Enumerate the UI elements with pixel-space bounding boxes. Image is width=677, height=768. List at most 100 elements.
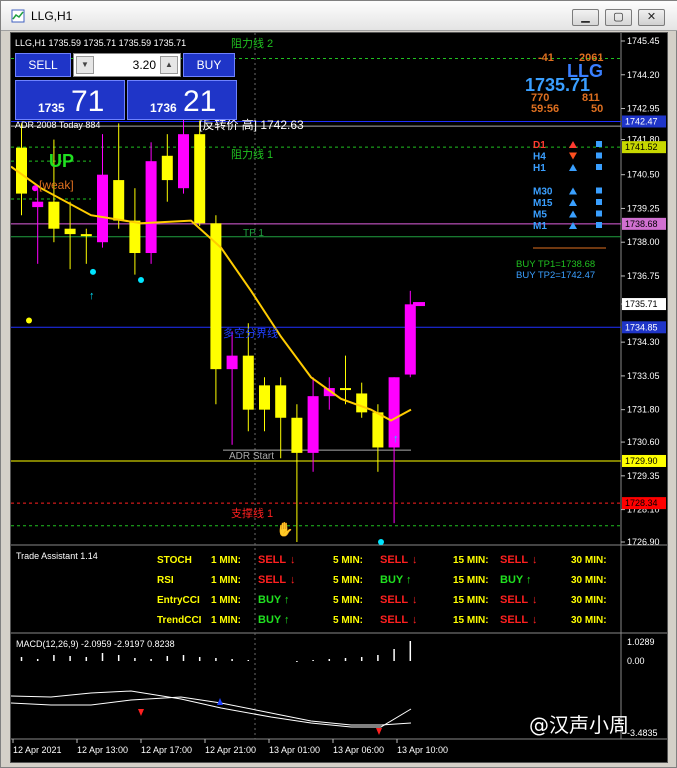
buy-arrow-icon: ↑: [284, 614, 290, 626]
timeframe-label: H1: [533, 163, 546, 174]
macd-label: MACD(12,26,9) -2.0959 -2.9197 0.8238: [16, 639, 175, 649]
signal-dot: [138, 277, 144, 284]
price-badge-label: 1728.34: [625, 498, 658, 508]
price-tick-label: 1742.95: [627, 104, 660, 114]
maximize-button[interactable]: ▢: [605, 9, 632, 26]
buy-arrow-icon: ↑: [393, 433, 399, 445]
time-tick-label: 12 Apr 2021: [13, 745, 62, 755]
price-badge-label: 1729.90: [625, 456, 658, 466]
one-click-trading-panel: SELL ▼ 3.20 ▲ BUY 1735 71 1736 21: [15, 53, 237, 121]
sell-price-button[interactable]: 1735 71: [15, 80, 125, 120]
minimize-button[interactable]: ▁: [572, 9, 599, 26]
candle-body: [129, 220, 141, 254]
sell-arrow-icon: ↓: [290, 554, 296, 566]
timeframe-label: M15: [533, 198, 553, 209]
signal-square-icon: [596, 222, 602, 228]
price-tick-label: 1729.35: [627, 471, 660, 481]
indicator-signal: SELL: [500, 594, 528, 606]
close-button[interactable]: ✕: [638, 9, 665, 26]
time-tick-label: 12 Apr 17:00: [141, 745, 192, 755]
buy-arrow-icon: ↑: [406, 574, 412, 586]
watermark-text: @汉声小周: [529, 713, 629, 737]
candle-body: [178, 134, 189, 189]
candles: [16, 117, 425, 542]
candle-body: [145, 161, 157, 254]
buy-price-big: 21: [183, 85, 217, 118]
time-tick-label: 13 Apr 01:00: [269, 745, 320, 755]
indicator-timeframe: 15 MIN:: [453, 575, 489, 586]
macd-sell-arrow-icon: [138, 709, 144, 716]
signal-dot: [90, 268, 96, 275]
stat-a: -41: [538, 52, 554, 64]
trend-up-arrow-icon: [569, 199, 577, 206]
buy-price-button[interactable]: 1736 21: [127, 80, 237, 120]
candle-body: [64, 228, 76, 235]
candle-body: [404, 304, 416, 375]
candle-body: [275, 385, 287, 418]
trend-up-arrow-icon: [569, 141, 577, 148]
time-axis: 12 Apr 2021 12 Apr 13:00 12 Apr 17:00 12 Ap…: [12, 739, 448, 755]
candle-body: [97, 174, 108, 243]
price-tick-label: 1734.30: [627, 337, 660, 347]
indicator-timeframe: 5 MIN:: [333, 595, 363, 606]
stat-e: 59:56: [531, 103, 559, 115]
candle-body: [372, 412, 384, 448]
trend-up-arrow-icon: [569, 164, 577, 171]
lot-decrease-icon[interactable]: ▼: [76, 56, 94, 74]
candle-body: [113, 180, 125, 221]
price-badge-label: 1734.85: [625, 322, 658, 332]
sell-button[interactable]: SELL: [15, 53, 71, 77]
price-badge-label: 1742.47: [625, 116, 658, 126]
adr-start-label: ADR Start: [229, 451, 274, 462]
price-tick-label: 1733.05: [627, 371, 660, 381]
candle-body: [80, 234, 92, 237]
candle-body: [259, 385, 270, 410]
buy-button[interactable]: BUY: [183, 53, 235, 77]
time-tick-label: 13 Apr 06:00: [333, 745, 384, 755]
macd-tick-label: 1.0289: [627, 637, 655, 647]
indicator-timeframe: 15 MIN:: [453, 615, 489, 626]
price-axis: 1745.451744.201742.951741.801740.501739.…: [621, 36, 666, 547]
lot-size-stepper[interactable]: ▼ 3.20 ▲: [73, 53, 181, 77]
sell-price-big: 71: [71, 85, 105, 118]
signal-dot: [32, 185, 38, 192]
minimize-icon: ▁: [581, 11, 590, 23]
chart-area[interactable]: ↑ ↑ ✋ 1745.45 1744.20 1742.95 1741.80 1740.50 1…: [10, 32, 668, 763]
title-bar[interactable]: LLG,H1 ▁ ▢ ✕: [1, 1, 677, 31]
macd-signal-line: [11, 696, 412, 726]
boundary-label: 多空分界线: [223, 326, 278, 340]
indicator-timeframe: 30 MIN:: [571, 595, 607, 606]
signal-square-icon: [596, 187, 602, 194]
terminal-window: LLG,H1 ▁ ▢ ✕ ↑ ↑ ✋ 1745.45 1744.20 1742.95 17…: [0, 0, 677, 768]
sell-arrow-icon: ↓: [290, 574, 296, 586]
lot-increase-icon[interactable]: ▲: [160, 56, 178, 74]
indicator-timeframe: 1 MIN:: [211, 555, 241, 566]
timeframe-label: M1: [533, 221, 547, 232]
current-price-marker: [413, 302, 425, 307]
indicator-name: RSI: [157, 575, 174, 586]
timeframe-label: H4: [533, 152, 546, 163]
hand-icon: ✋: [276, 521, 293, 537]
indicator-signal: SELL: [500, 614, 528, 626]
signal-dot: [26, 317, 32, 324]
price-tick-label: 1736.75: [627, 271, 660, 281]
window-title: LLG,H1: [31, 9, 73, 23]
sell-arrow-icon: ↓: [412, 594, 418, 606]
lot-size-value[interactable]: 3.20: [98, 58, 156, 72]
candle-body: [307, 396, 319, 453]
price-tick-label: 1740.50: [627, 170, 660, 180]
price-tick-label: 1739.25: [627, 203, 660, 213]
price-badge-label: 1738.68: [625, 219, 658, 229]
trade-assistant-title: Trade Assistant 1.14: [16, 551, 98, 561]
price-tick-label: 1731.80: [627, 405, 660, 415]
time-tick-label: 12 Apr 13:00: [77, 745, 128, 755]
indicator-name: TrendCCI: [157, 615, 202, 626]
chart-canvas[interactable]: ↑ ↑ ✋ 1745.451744.201742.951741.801740.501…: [11, 33, 668, 763]
timeframe-label: M5: [533, 210, 547, 221]
indicator-signal: SELL: [380, 614, 408, 626]
candle-body: [161, 155, 173, 181]
tp1-label: TP 1: [243, 228, 264, 239]
macd-tick-label: 0.00: [627, 656, 645, 666]
maximize-icon: ▢: [613, 11, 624, 23]
indicator-timeframe: 30 MIN:: [571, 555, 607, 566]
